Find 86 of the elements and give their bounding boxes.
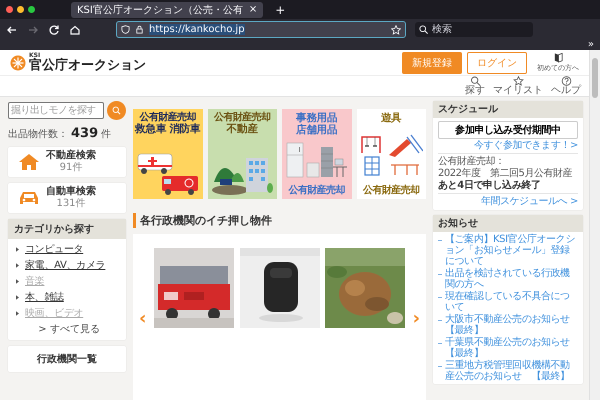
list-dash (438, 320, 442, 321)
logo-icon (10, 54, 26, 70)
card-header: お知らせ (433, 215, 583, 232)
home-button[interactable] (69, 24, 81, 36)
banner-text: 救急車 消防車 (135, 123, 200, 135)
item-count-label: 出品物件数： (8, 128, 68, 141)
application-status-button[interactable]: 参加申し込み受付期間中 (438, 121, 578, 139)
bookmark-star-icon[interactable] (391, 24, 401, 34)
browser-tab[interactable]: KSI官公庁オークション（公売・公有 × (71, 2, 264, 18)
search-field[interactable]: 検索 (432, 24, 522, 35)
banner-text: 公有財産売却 (140, 112, 196, 123)
card-header: スケジュール (433, 101, 583, 118)
tab-title: KSI官公庁オークション（公売・公有 (77, 4, 243, 16)
playground-drawing (359, 132, 424, 176)
triangle-icon (16, 310, 19, 316)
section-title: 各行政機関のイチ押し物件 (133, 213, 426, 228)
banner-text: 遊具 (380, 112, 402, 124)
triangle-icon (16, 246, 19, 252)
quick-search-title: 自動車検索 (46, 186, 96, 198)
category-banner[interactable]: 公有財産売却 救急車 消防車 (133, 109, 202, 199)
banner-text: 公有財産売却 (214, 112, 270, 123)
quick-search-count: 131件 (56, 198, 86, 210)
shield-icon (121, 25, 130, 34)
site-logo-text[interactable]: 官公庁オークション (29, 58, 146, 72)
search-icon (419, 25, 428, 34)
help-icon (560, 76, 572, 86)
scrollbar-thumb[interactable] (592, 58, 598, 98)
triangle-icon (16, 262, 19, 268)
quick-search-card[interactable]: 自動車検索 131件 (8, 183, 126, 213)
window-minimize-button[interactable] (17, 6, 24, 13)
banner-text: 店舗用品 (296, 124, 338, 136)
office-furniture-drawing (284, 140, 349, 180)
overflow-menu-button[interactable]: » (588, 40, 594, 50)
category-link[interactable]: 家電、AV、カメラ (25, 258, 106, 272)
notice-link[interactable]: 出品を検討されている行政機関の方へ (445, 268, 579, 290)
schedule-note: 2022年度 第二回5月公有財産 (438, 168, 573, 179)
list-dash (438, 297, 442, 298)
list-dash (438, 274, 442, 275)
list-dash (438, 343, 442, 344)
scrollbar[interactable] (589, 50, 600, 400)
category-link[interactable]: コンピュータ (25, 242, 84, 256)
back-button[interactable] (6, 24, 18, 36)
category-banner[interactable]: 公有財産売却 不動産 (208, 109, 277, 199)
category-banner[interactable]: 遊具 公有財産売却 (356, 109, 426, 199)
house-icon (18, 153, 40, 171)
star-icon (512, 76, 524, 86)
window-zoom-button[interactable] (28, 6, 35, 13)
notice-link[interactable]: 大阪市不動産公売のお知らせ【最終】 (445, 314, 579, 336)
banner-text: 不動産 (226, 123, 258, 135)
quick-search-title: 不動産検索 (46, 150, 96, 162)
banner-text: 公有財産売却 (363, 185, 420, 196)
book-icon (552, 52, 564, 63)
join-now-link[interactable]: 今すぐ参加できます！> (474, 140, 578, 151)
ambulance-fire-truck-drawing (136, 152, 200, 196)
notice-link[interactable]: 千葉県不動産公売のお知らせ【最終】 (445, 337, 579, 359)
address-bar[interactable]: https://kankocho.jp (116, 21, 406, 38)
window-close-button[interactable] (6, 6, 13, 13)
quick-search-card[interactable]: 不動産検索 91件 (8, 147, 126, 177)
search-icon (112, 106, 121, 115)
category-link[interactable]: 本、雑誌 (25, 290, 64, 304)
triangle-icon (16, 278, 19, 284)
new-tab-button[interactable]: + (275, 4, 286, 16)
item-count: 439 (71, 126, 98, 141)
banner-text: 公有財産売却 (288, 185, 345, 196)
deadline-text: あと4日で申し込み終了 (438, 180, 542, 191)
tab-close-button[interactable]: × (248, 4, 258, 14)
nav-item[interactable]: ヘルプ (551, 76, 581, 96)
lock-icon (135, 25, 144, 34)
see-all-link[interactable]: > すべて見る (38, 322, 100, 336)
item-search-field[interactable]: 掘り出しモノを探す (8, 102, 104, 119)
search-icon (470, 76, 480, 86)
reload-button[interactable] (48, 24, 60, 36)
banner-text: 事務用品 (296, 112, 338, 124)
item-count-unit: 件 (101, 128, 112, 141)
list-dash (438, 366, 442, 367)
quick-search-count: 91件 (60, 162, 82, 174)
search-bar[interactable]: 検索 (415, 22, 533, 37)
category-header: カテゴリから探す (8, 219, 126, 239)
list-dash (438, 240, 442, 241)
nav-item[interactable]: マイリスト (493, 76, 543, 96)
nav-item[interactable]: 探す (465, 76, 485, 96)
car-icon (18, 189, 40, 207)
schedule-note: 公有財産売却： (438, 156, 506, 167)
triangle-icon (16, 294, 19, 300)
url-text: https://kankocho.jp (149, 24, 245, 35)
agency-list-button[interactable]: 行政機関一覧 (8, 346, 126, 372)
